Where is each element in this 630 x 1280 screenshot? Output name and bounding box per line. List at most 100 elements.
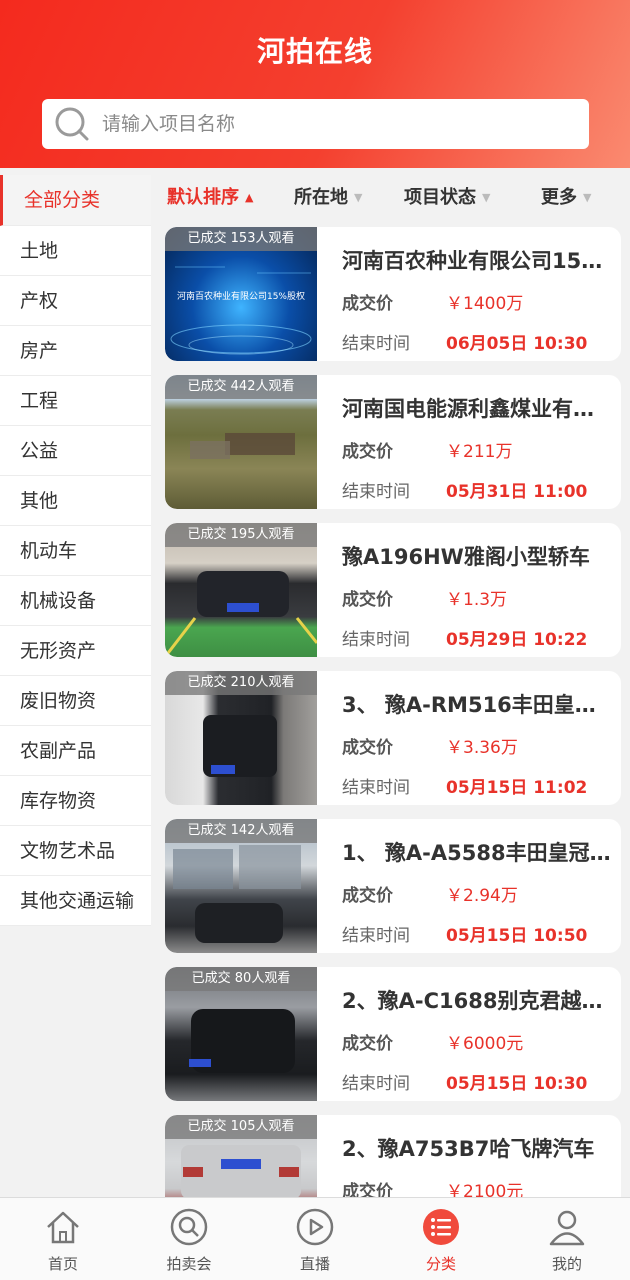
end-time-label: 结束时间 — [342, 334, 410, 354]
sidebar-item-art[interactable]: 文物艺术品 — [0, 826, 151, 876]
sidebar-item-equity[interactable]: 产权 — [0, 276, 151, 326]
tab-label: 首页 — [47, 1255, 78, 1273]
auction-list: 河南百农种业有限公司15%股权 已成交 153人观看 河南百农种业有限公司15%… — [165, 227, 621, 1197]
chevron-down-icon: ▼ — [583, 191, 592, 204]
auction-card[interactable]: 已成交 442人观看 河南国电能源利鑫煤业有限公司 成交价 ￥211万 结束时间 0… — [165, 375, 621, 509]
filter-more[interactable]: 更多 ▼ — [541, 183, 591, 209]
price-label: 成交价 — [342, 294, 393, 314]
auction-card[interactable]: 已成交 142人观看 1、 豫A-A5588丰田皇冠轿车 成交价 ￥2.94万 结… — [165, 819, 621, 953]
price-label: 成交价 — [342, 1182, 393, 1197]
item-thumbnail: 河南百农种业有限公司15%股权 已成交 153人观看 — [165, 227, 317, 361]
price-row: 成交价 ￥3.36万 — [342, 733, 518, 758]
price-label: 成交价 — [342, 886, 393, 906]
sidebar-item-intangible[interactable]: 无形资产 — [0, 626, 151, 676]
end-time-value: 06月05日 10:30 — [446, 334, 588, 354]
auction-card[interactable]: 已成交 210人观看 3、 豫A-RM516丰田皇冠轿车 成交价 ￥3.36万 结… — [165, 671, 621, 805]
chevron-down-icon: ▼ — [354, 191, 363, 204]
item-thumbnail: 已成交 210人观看 — [165, 671, 317, 805]
auction-card[interactable]: 已成交 105人观看 2、豫A753B7哈飞牌汽车 成交价 ￥2100元 — [165, 1115, 621, 1197]
filter-label: 所在地 — [294, 187, 348, 208]
price-value: ￥1.3万 — [446, 590, 508, 610]
auction-card[interactable]: 河南百农种业有限公司15%股权 已成交 153人观看 河南百农种业有限公司15%… — [165, 227, 621, 361]
price-label: 成交价 — [342, 738, 393, 758]
item-title: 2、豫A-C1688别克君越轿车 — [342, 989, 614, 1013]
tab-label: 拍卖会 — [166, 1255, 212, 1273]
tab-label: 我的 — [551, 1255, 582, 1273]
sort-up-icon: ▲ — [245, 191, 254, 204]
filter-location[interactable]: 所在地 ▼ — [294, 183, 362, 209]
tab-label: 分类 — [425, 1255, 456, 1273]
sidebar-item-engineering[interactable]: 工程 — [0, 376, 151, 426]
end-time-label: 结束时间 — [342, 630, 410, 650]
sidebar-item-machinery[interactable]: 机械设备 — [0, 576, 151, 626]
search-input[interactable] — [102, 104, 589, 144]
price-value: ￥211万 — [446, 442, 513, 462]
tab-live[interactable]: 直播 — [252, 1198, 378, 1280]
item-thumbnail: 已成交 442人观看 — [165, 375, 317, 509]
price-value: ￥6000元 — [446, 1034, 524, 1054]
filter-status[interactable]: 项目状态 ▼ — [404, 183, 490, 209]
item-title: 河南百农种业有限公司15%股权 — [342, 249, 614, 273]
sidebar-item-agricultural[interactable]: 农副产品 — [0, 726, 151, 776]
auction-card[interactable]: 已成交 80人观看 2、豫A-C1688别克君越轿车 成交价 ￥6000元 结束时… — [165, 967, 621, 1101]
item-title: 2、豫A753B7哈飞牌汽车 — [342, 1137, 595, 1161]
filter-label: 项目状态 — [404, 187, 476, 208]
home-icon — [47, 1211, 79, 1244]
price-label: 成交价 — [342, 442, 393, 462]
status-badge: 已成交 195人观看 — [165, 523, 317, 547]
category-icon — [423, 1209, 459, 1245]
end-time-label: 结束时间 — [342, 1074, 410, 1094]
item-thumbnail: 已成交 195人观看 — [165, 523, 317, 657]
sidebar-item-scrap[interactable]: 废旧物资 — [0, 676, 151, 726]
filter-label: 更多 — [541, 187, 577, 208]
sidebar-item-transport[interactable]: 其他交通运输 — [0, 876, 151, 926]
tab-home[interactable]: 首页 — [0, 1198, 126, 1280]
price-label: 成交价 — [342, 590, 393, 610]
tab-category[interactable]: 分类 — [378, 1198, 504, 1280]
category-sidebar: 全部分类 土地 产权 房产 工程 公益 其他 机动车 机械设备 无形资产 废旧物… — [0, 175, 151, 926]
end-time-row: 结束时间 05月15日 10:30 — [342, 1069, 587, 1094]
item-title: 1、 豫A-A5588丰田皇冠轿车 — [342, 841, 614, 865]
price-label: 成交价 — [342, 1034, 393, 1054]
sidebar-item-inventory[interactable]: 库存物资 — [0, 776, 151, 826]
app-title: 河拍在线 — [256, 35, 373, 68]
price-value: ￥2100元 — [446, 1182, 524, 1197]
tab-auctions[interactable]: 拍卖会 — [126, 1198, 252, 1280]
end-time-row: 结束时间 05月15日 10:50 — [342, 921, 587, 946]
end-time-label: 结束时间 — [342, 778, 410, 798]
auction-card[interactable]: 已成交 195人观看 豫A196HW雅阁小型轿车 成交价 ￥1.3万 结束时间 05… — [165, 523, 621, 657]
item-title: 豫A196HW雅阁小型轿车 — [342, 545, 590, 569]
sidebar-item-other[interactable]: 其他 — [0, 476, 151, 526]
play-icon — [296, 1208, 334, 1246]
sidebar-item-real-estate[interactable]: 房产 — [0, 326, 151, 376]
search-bar[interactable] — [42, 99, 589, 149]
end-time-row: 结束时间 05月29日 10:22 — [342, 625, 587, 650]
item-title: 河南国电能源利鑫煤业有限公司 — [342, 397, 614, 421]
status-badge: 已成交 142人观看 — [165, 819, 317, 843]
end-time-row: 结束时间 05月15日 11:02 — [342, 773, 587, 798]
filter-default-sort[interactable]: 默认排序 ▲ — [167, 183, 253, 209]
tab-mine[interactable]: 我的 — [504, 1198, 630, 1280]
end-time-value: 05月29日 10:22 — [446, 630, 588, 650]
price-row: 成交价 ￥2100元 — [342, 1177, 523, 1197]
price-value: ￥1400万 — [446, 294, 524, 314]
end-time-row: 结束时间 06月05日 10:30 — [342, 329, 587, 354]
item-thumbnail: 已成交 142人观看 — [165, 819, 317, 953]
end-time-value: 05月15日 10:30 — [446, 1074, 588, 1094]
tab-label: 直播 — [299, 1255, 330, 1273]
item-thumbnail: 已成交 80人观看 — [165, 967, 317, 1101]
bottom-tab-bar: 首页 拍卖会 直播 分类 我的 — [0, 1197, 630, 1280]
status-badge: 已成交 210人观看 — [165, 671, 317, 695]
status-badge: 已成交 153人观看 — [165, 227, 317, 251]
item-thumbnail: 已成交 105人观看 — [165, 1115, 317, 1197]
sidebar-item-vehicles[interactable]: 机动车 — [0, 526, 151, 576]
sidebar-item-land[interactable]: 土地 — [0, 226, 151, 276]
sidebar-item-charity[interactable]: 公益 — [0, 426, 151, 476]
end-time-label: 结束时间 — [342, 926, 410, 946]
price-row: 成交价 ￥6000元 — [342, 1029, 523, 1054]
price-row: 成交价 ￥211万 — [342, 437, 512, 462]
auction-icon — [170, 1208, 208, 1246]
search-icon — [55, 107, 89, 141]
price-value: ￥2.94万 — [446, 886, 518, 906]
sidebar-item-all[interactable]: 全部分类 — [0, 175, 151, 226]
